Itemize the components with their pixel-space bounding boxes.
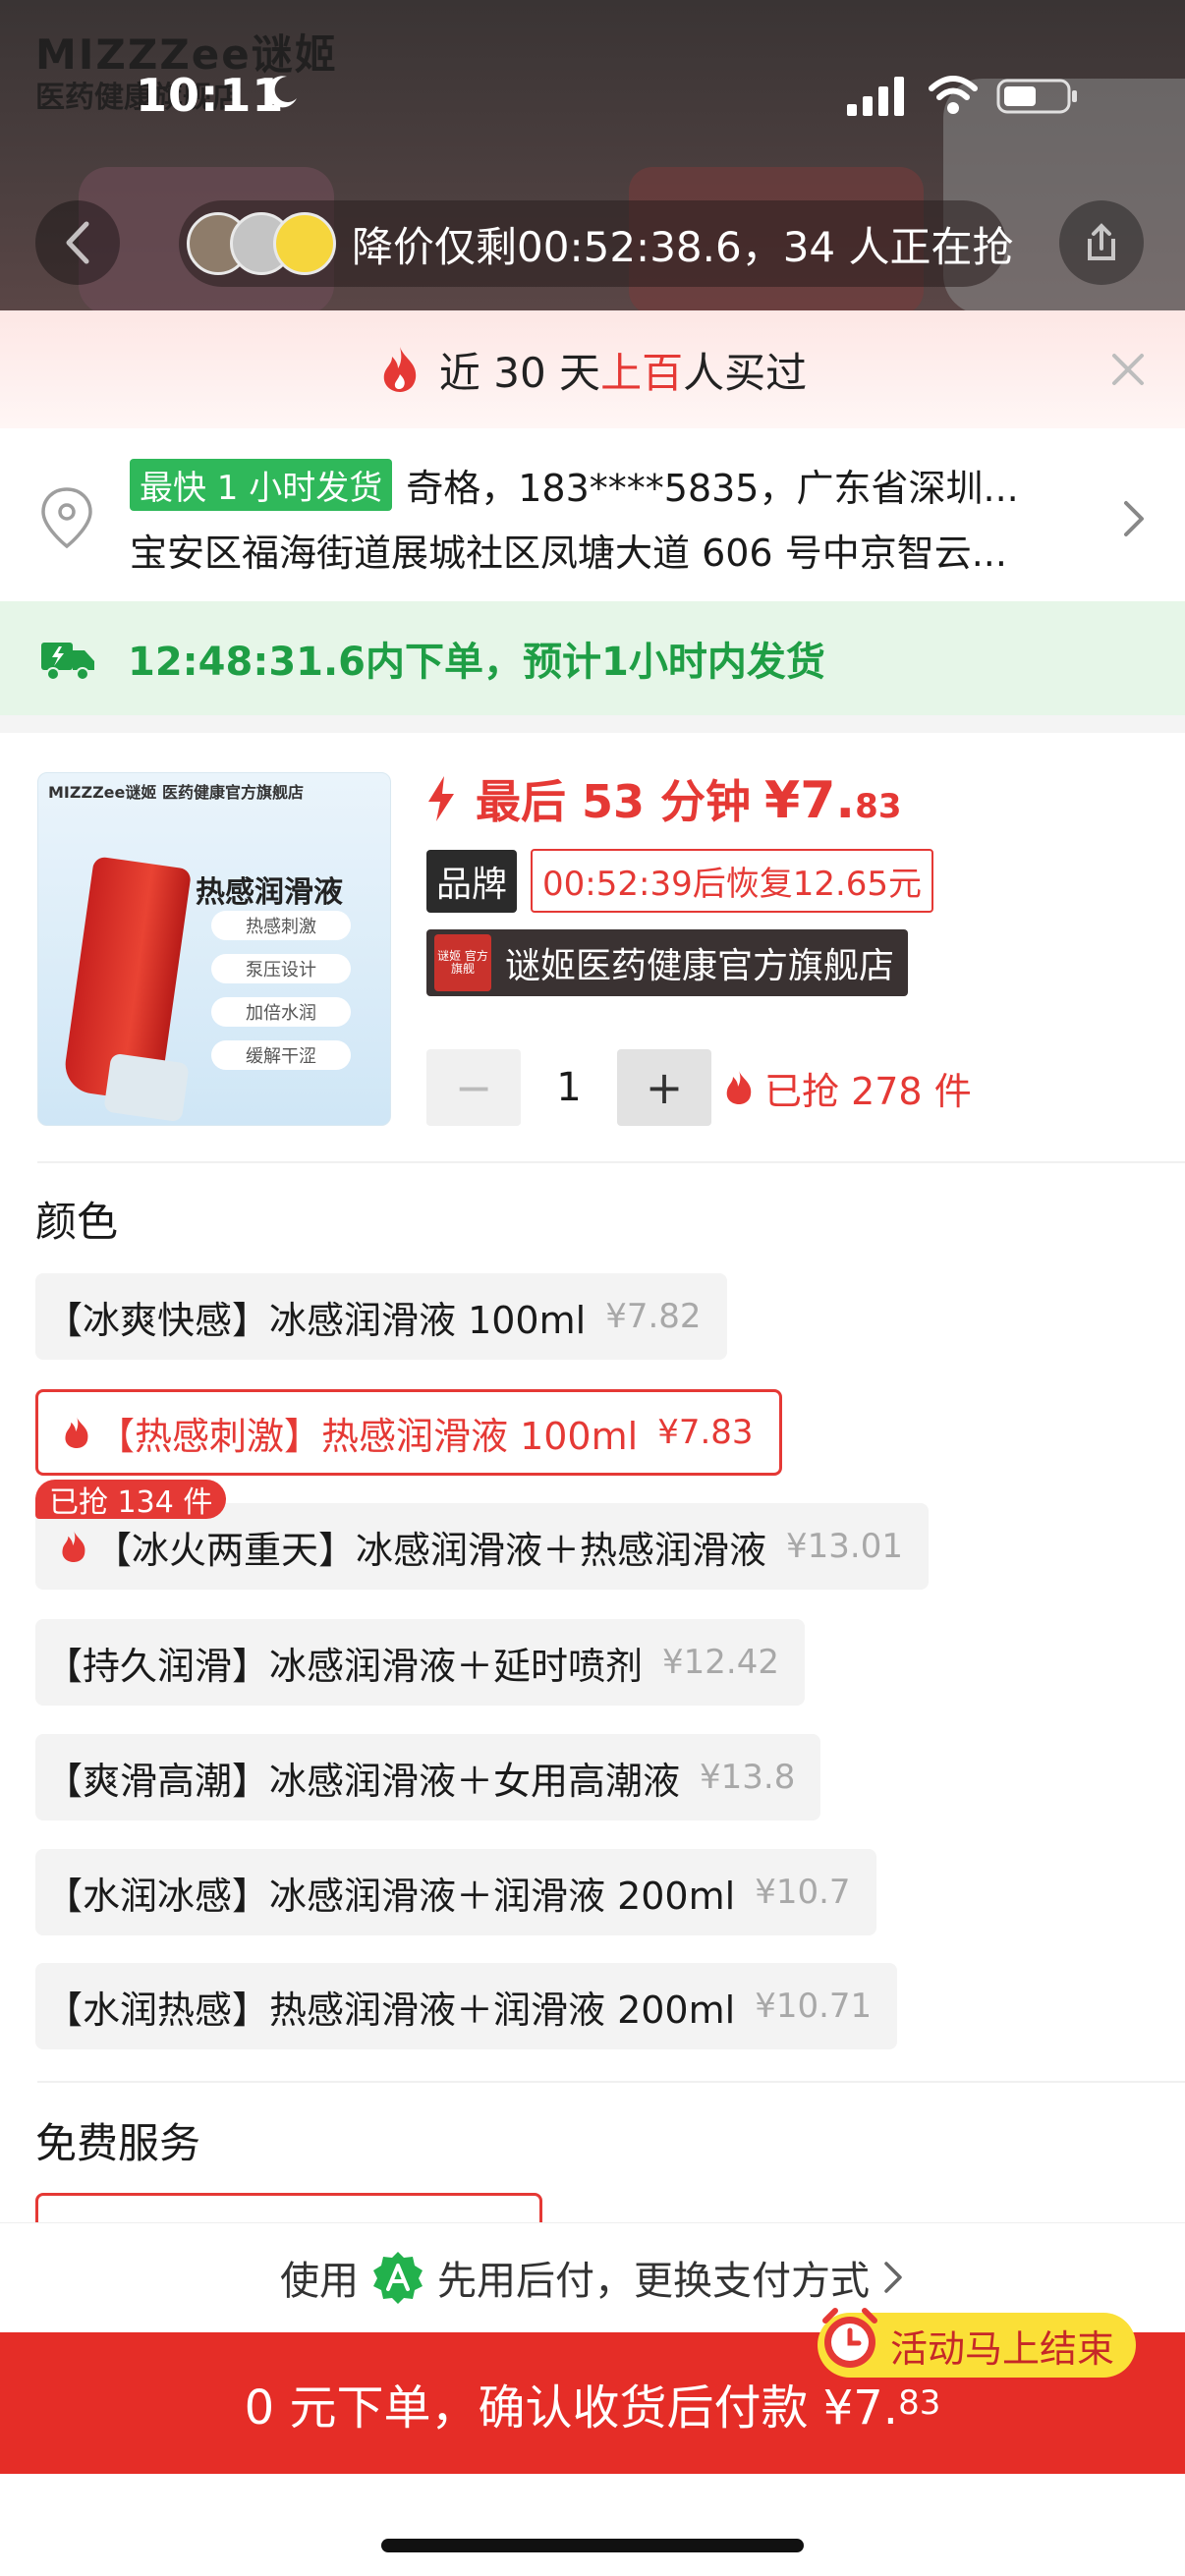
social-proof-prefix: 近 30 天 [438, 348, 601, 397]
avatar [273, 212, 336, 275]
address-line-2: 宝安区福海街道展城社区凤塘大道 606 号中京智云... [130, 532, 1007, 575]
variant-price: ¥10.71 [755, 1987, 873, 2026]
shipping-address[interactable]: 最快 1 小时发货 奇格，183****5835，广东省深圳... 宝安区福海街… [0, 428, 1185, 601]
activity-ending-tag: 活动马上结束 [818, 2308, 1137, 2378]
variant-sold-badge: 已抢 134 件 [35, 1480, 227, 1520]
color-section-title: 颜色 [35, 1198, 119, 1246]
social-proof-suffix: 人买过 [683, 348, 808, 397]
price-value: ¥7. [764, 771, 856, 830]
order-button-label: 0 元下单，确认收货后付款 ¥7. [244, 2380, 899, 2436]
buyer-avatars [187, 212, 336, 275]
divider [37, 2081, 1185, 2083]
social-proof-highlight: 上百 [600, 348, 684, 397]
thumbnail-feature: 缓解干涩 [211, 1040, 351, 1070]
moon-icon [266, 76, 297, 108]
fastest-shipping-tag: 最快 1 小时发货 [130, 459, 393, 511]
flash-price: 最后 53 分钟 ¥7. 83 [424, 766, 902, 831]
quantity-decrease-button[interactable]: − [426, 1049, 521, 1126]
product-thumbnail[interactable]: MIZZZee谜姬 医药健康官方旗舰店 热感润滑液 热感刺激 泵压设计 加倍水润… [37, 772, 391, 1126]
price-countdown-label: 最后 53 分钟 [476, 775, 752, 828]
cellular-signal-icon [847, 77, 904, 116]
recipient-info: 奇格，183****5835，广东省深圳... [406, 467, 1019, 510]
alarm-clock-icon [822, 2308, 877, 2368]
back-button[interactable] [35, 200, 120, 285]
chevron-left-icon [66, 221, 89, 264]
section-gap [0, 715, 1185, 733]
delivery-estimate: 12:48:31.6内下单，预计1小时内发货 [0, 601, 1185, 715]
variant-option[interactable]: 【水润冰感】冰感润滑液＋润滑液 200ml ¥10.7 [35, 1849, 876, 1935]
thumbnail-feature: 泵压设计 [211, 954, 351, 983]
fire-icon [726, 1071, 752, 1104]
thumbnail-feature: 加倍水润 [211, 997, 351, 1027]
order-button-decimal: 83 [898, 2383, 941, 2423]
variant-name: 【冰火两重天】冰感润滑液＋热感润滑液 [94, 1528, 767, 1572]
share-icon [1088, 223, 1115, 260]
thumbnail-header: MIZZZee谜姬 医药健康官方旗舰店 [48, 783, 304, 802]
variant-name: 【爽滑高潮】冰感润滑液＋女用高潮液 [45, 1759, 681, 1803]
address-line-1: 最快 1 小时发货 奇格，183****5835，广东省深圳... [130, 458, 1019, 512]
variant-price: ¥10.7 [755, 1873, 851, 1912]
free-services-title: 免费服务 [35, 2119, 201, 2167]
variant-name: 【持久润滑】冰感润滑液＋延时喷剂 [45, 1644, 644, 1688]
close-icon[interactable] [1108, 350, 1148, 389]
chevron-right-icon [884, 2262, 902, 2293]
quantity-increase-button[interactable]: + [617, 1049, 711, 1126]
variant-price: ¥7.83 [657, 1413, 754, 1452]
thumbnail-title: 热感润滑液 [196, 875, 343, 910]
variant-option-selected[interactable]: 【热感刺激】热感润滑液 100ml ¥7.83 [35, 1389, 782, 1476]
price-drop-countdown: 降价仅剩00:52:38.6，34 人正在抢 [179, 200, 1014, 287]
location-pin-icon [41, 487, 92, 549]
payment-method: 先用后付，更换支付方式 [437, 2259, 870, 2304]
share-button[interactable] [1059, 200, 1144, 285]
product-tube-cap [103, 1052, 190, 1123]
brand-badge: 品牌 [426, 849, 518, 913]
activity-ending-text: 活动马上结束 [890, 2326, 1115, 2371]
variant-price: ¥12.42 [662, 1643, 779, 1682]
variant-option[interactable]: 【冰爽快感】冰感润滑液 100ml ¥7.82 [35, 1273, 727, 1360]
brand-row: 品牌 00:52:39后恢复12.65元 [426, 849, 934, 913]
quantity-stepper: − 1 + 已抢 278 件 [426, 1049, 972, 1126]
chevron-right-icon [1124, 501, 1144, 536]
quantity-value[interactable]: 1 [521, 1065, 617, 1110]
battery-icon [996, 79, 1077, 114]
price-restore-tag: 00:52:39后恢复12.65元 [531, 849, 934, 913]
fire-icon [65, 1417, 88, 1448]
thumbnail-feature: 热感刺激 [211, 911, 351, 940]
delivery-text: 12:48:31.6内下单，预计1小时内发货 [128, 640, 825, 685]
variant-name: 【冰爽快感】冰感润滑液 100ml [45, 1298, 587, 1342]
fire-icon [62, 1531, 85, 1562]
lightning-icon [428, 776, 454, 821]
variant-name: 【水润热感】热感润滑液＋润滑液 200ml [45, 1988, 736, 2032]
variant-name: 【热感刺激】热感润滑液 100ml [97, 1414, 639, 1458]
variant-price: ¥13.8 [700, 1758, 796, 1797]
sold-count: 已抢 278 件 [764, 1069, 972, 1113]
variant-option[interactable]: 【爽滑高潮】冰感润滑液＋女用高潮液 ¥13.8 [35, 1734, 821, 1820]
store-link[interactable]: 谜姬 官方旗舰 谜姬医药健康官方旗舰店 [426, 929, 909, 996]
variant-name: 【水润冰感】冰感润滑液＋润滑液 200ml [45, 1874, 736, 1918]
variant-price: ¥7.82 [605, 1297, 702, 1336]
social-proof-banner: 近 30 天 上百 人买过 [0, 310, 1185, 428]
payment-prefix: 使用 [280, 2259, 359, 2304]
store-name: 谜姬医药健康官方旗舰店 [505, 946, 895, 986]
variant-option[interactable]: 【持久润滑】冰感润滑液＋延时喷剂 ¥12.42 [35, 1619, 805, 1706]
store-logo: 谜姬 官方旗舰 [434, 934, 491, 991]
variant-price: ¥13.01 [786, 1527, 903, 1566]
wifi-icon [929, 76, 978, 114]
price-decimal: 83 [855, 787, 902, 826]
fire-icon [383, 347, 417, 392]
pay-later-icon [373, 2252, 423, 2304]
divider [37, 1161, 1185, 1163]
home-indicator[interactable] [381, 2539, 804, 2552]
truck-icon [41, 643, 94, 681]
countdown-text: 降价仅剩00:52:38.6，34 人正在抢 [352, 222, 1014, 271]
variant-option[interactable]: 【水润热感】热感润滑液＋润滑液 200ml ¥10.71 [35, 1963, 898, 2049]
payment-method-selector[interactable]: 使用 先用后付，更换支付方式 [0, 2238, 1185, 2317]
